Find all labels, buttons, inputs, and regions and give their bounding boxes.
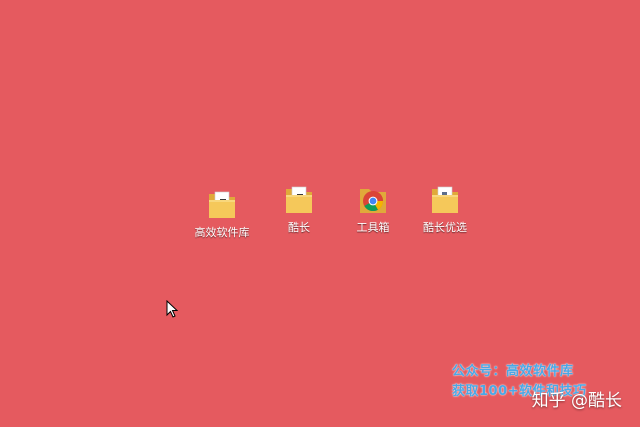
desktop-icon-label: 高效软件库 — [194, 226, 250, 239]
desktop-icon-kuzhang-picks[interactable]: 酷长优选 — [413, 183, 477, 234]
desktop: 高效软件库 酷长 工具箱 酷长优选 公众号：高效软件库 获取100+软件和技巧 … — [0, 0, 640, 427]
zhihu-credit: 知乎 @酷长 — [531, 391, 622, 411]
desktop-icon-kuzhang[interactable]: 酷长 — [267, 183, 331, 234]
desktop-icon-label: 工具箱 — [356, 221, 390, 234]
folder-doc-icon — [209, 191, 235, 218]
folder-doc-icon — [286, 186, 312, 213]
chrome-icon — [360, 189, 386, 213]
desktop-icon-toolbox[interactable]: 工具箱 — [341, 183, 405, 234]
desktop-icon-label: 酷长 — [288, 221, 310, 234]
watermark-line-1: 公众号：高效软件库 — [452, 364, 574, 379]
folder-doc-icon — [432, 186, 458, 213]
desktop-icon-label: 酷长优选 — [423, 221, 467, 234]
mouse-cursor-icon — [166, 300, 178, 318]
desktop-icon-efficient-software-library[interactable]: 高效软件库 — [190, 188, 254, 239]
